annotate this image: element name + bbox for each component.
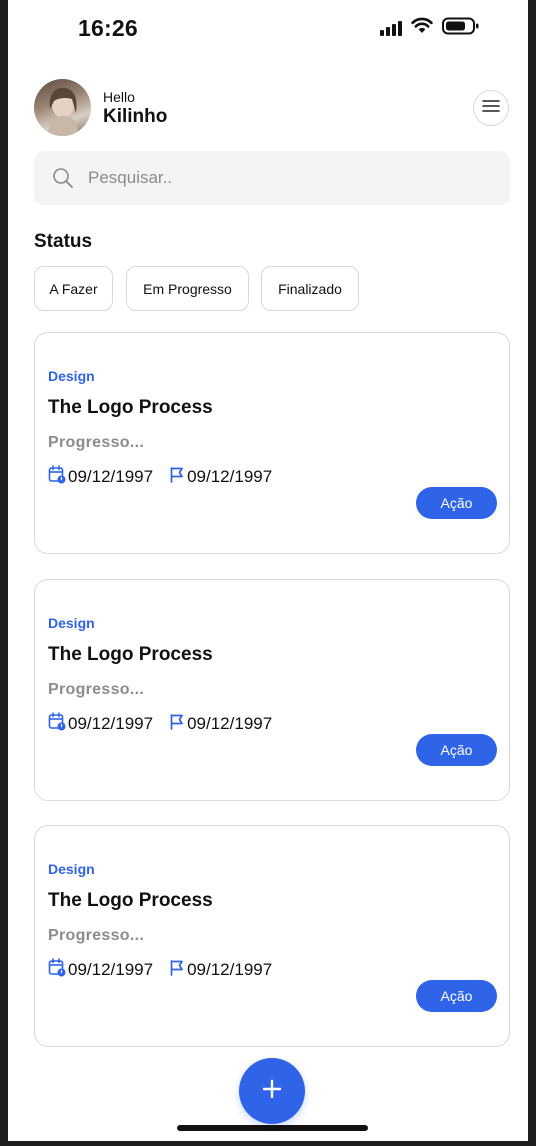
task-card[interactable]: Design The Logo Process Progresso... 09/… (34, 825, 510, 1047)
filter-chip-label: A Fazer (49, 280, 98, 297)
plus-icon (261, 1078, 283, 1105)
search-input[interactable] (88, 151, 488, 205)
hamburger-menu-icon (482, 99, 500, 118)
filter-chip-finalizado[interactable]: Finalizado (261, 266, 359, 311)
task-card[interactable]: Design The Logo Process Progresso... 09/… (34, 579, 510, 801)
task-title: The Logo Process (48, 644, 213, 665)
filter-chip-label: Finalizado (278, 280, 342, 297)
status-bar-icons (380, 16, 480, 40)
action-button[interactable]: Ação (416, 980, 497, 1012)
add-task-button[interactable] (239, 1058, 305, 1124)
due-date-value: 09/12/1997 (187, 960, 273, 979)
task-status: Progresso... (48, 434, 145, 451)
task-category: Design (48, 368, 95, 384)
task-dates: 09/12/1997 09/12/1997 (48, 465, 272, 489)
filter-chip-a-fazer[interactable]: A Fazer (34, 266, 113, 311)
filter-chip-em-progresso[interactable]: Em Progresso (126, 266, 249, 311)
due-date: 09/12/1997 (169, 466, 272, 488)
flag-icon (169, 713, 185, 735)
battery-icon (442, 17, 480, 40)
task-status: Progresso... (48, 681, 145, 698)
start-date: 09/12/1997 (48, 958, 153, 982)
flag-icon (169, 466, 185, 488)
home-indicator[interactable] (177, 1125, 368, 1131)
filter-chip-label: Em Progresso (143, 280, 232, 297)
status-section-title: Status (34, 231, 93, 252)
action-button[interactable]: Ação (416, 734, 497, 766)
greeting-label: Hello (103, 89, 135, 105)
user-name: Kilinho (103, 106, 168, 127)
task-category: Design (48, 615, 95, 631)
due-date-value: 09/12/1997 (187, 714, 273, 733)
action-button[interactable]: Ação (416, 487, 497, 519)
start-date-value: 09/12/1997 (68, 467, 154, 486)
search-bar[interactable] (34, 151, 510, 205)
task-status: Progresso... (48, 927, 145, 944)
app-screen: 16:26 Hello Kilinho Pesquisar.. Status A… (8, 0, 528, 1141)
wifi-icon (411, 17, 433, 39)
due-date-value: 09/12/1997 (187, 467, 273, 486)
due-date: 09/12/1997 (169, 713, 272, 735)
status-bar-time: 16:26 (78, 15, 138, 41)
avatar[interactable] (34, 79, 91, 136)
calendar-icon (48, 465, 66, 489)
task-category: Design (48, 861, 95, 877)
calendar-icon (48, 712, 66, 736)
due-date: 09/12/1997 (169, 959, 272, 981)
calendar-icon (48, 958, 66, 982)
signal-icon (380, 20, 402, 36)
menu-button[interactable] (473, 90, 509, 126)
task-title: The Logo Process (48, 397, 213, 418)
task-dates: 09/12/1997 09/12/1997 (48, 958, 272, 982)
flag-icon (169, 959, 185, 981)
start-date-value: 09/12/1997 (68, 714, 154, 733)
start-date: 09/12/1997 (48, 712, 153, 736)
task-card[interactable]: Design The Logo Process Progresso... 09/… (34, 332, 510, 554)
task-title: The Logo Process (48, 890, 213, 911)
task-dates: 09/12/1997 09/12/1997 (48, 712, 272, 736)
start-date-value: 09/12/1997 (68, 960, 154, 979)
search-icon (52, 167, 74, 194)
start-date: 09/12/1997 (48, 465, 153, 489)
